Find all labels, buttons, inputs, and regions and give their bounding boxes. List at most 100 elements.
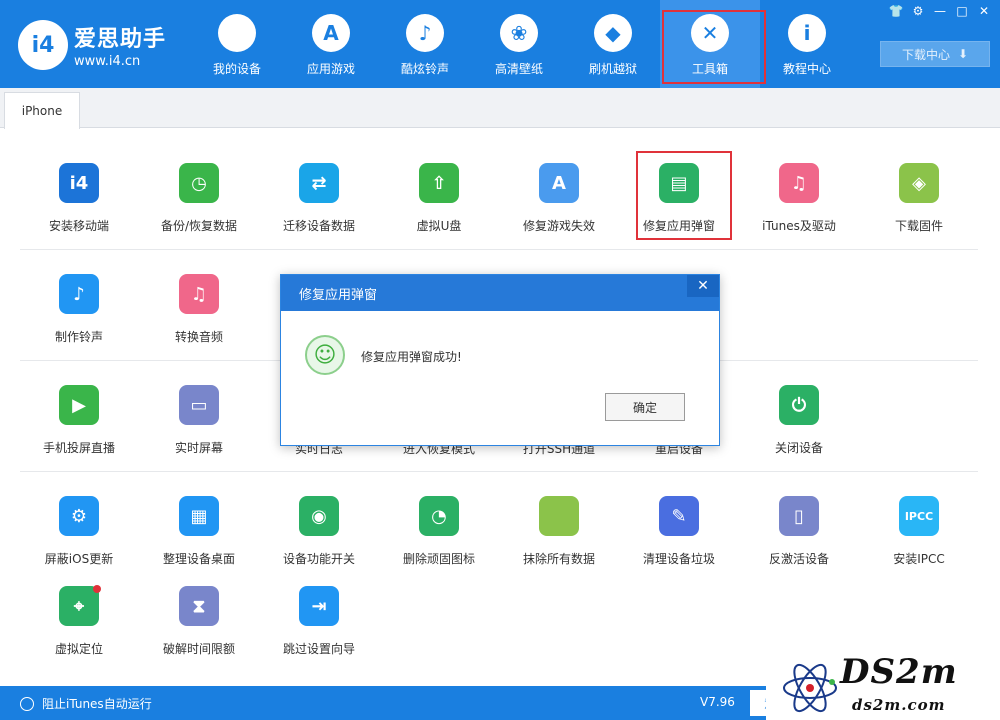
nav-item-1[interactable]: A 应用游戏 — [284, 0, 378, 88]
deactivate-icon: ▯ — [779, 496, 819, 536]
repair-popup-dialog: 修复应用弹窗 ✕ ☺ 修复应用弹窗成功! 确定 — [280, 274, 720, 446]
tool-label: 清理设备垃圾 — [642, 552, 715, 566]
realtime-screen-icon: ▭ — [179, 385, 219, 425]
app-url: www.i4.cn — [74, 54, 141, 69]
delete-icon-pie-icon: ◔ — [419, 496, 459, 536]
tool-repair-game[interactable]: A 修复游戏失效 — [499, 140, 619, 240]
nav-label: 酷炫铃声 — [400, 62, 449, 76]
download-center-button[interactable]: 下载中心 ⬇ — [880, 41, 990, 67]
tool-label: 下载固件 — [894, 219, 943, 233]
tool-power[interactable]: ⏻ 关闭设备 — [739, 362, 859, 462]
usb-drive-icon: ⇧ — [419, 163, 459, 203]
row-divider — [20, 471, 978, 472]
window-controls: 👕 ⚙ — □ ✕ — [886, 3, 994, 19]
screen-mirror-icon: ▶ — [59, 385, 99, 425]
settings-icon[interactable]: ⚙ — [908, 3, 928, 19]
tab-iphone[interactable]: iPhone — [4, 92, 80, 129]
tool-hourglass[interactable]: ⧗ 破解时间限额 — [139, 563, 259, 663]
tool-i4-app[interactable]: i4 安装移动端 — [19, 140, 139, 240]
nav-item-5[interactable]: ✕ 工具箱 — [660, 0, 766, 88]
nav-item-4[interactable]: ◆ 刷机越狱 — [566, 0, 660, 88]
nav-item-3[interactable]: ❀ 高清壁纸 — [472, 0, 566, 88]
download-center-label: 下载中心 — [901, 47, 950, 62]
watermark-brand: DS2m — [840, 652, 958, 692]
nav-label: 教程中心 — [782, 62, 831, 76]
app-title: 爱思助手 — [74, 27, 167, 52]
close-icon[interactable]: ✕ — [687, 275, 719, 297]
itunes-icon: ♫ — [779, 163, 819, 203]
nav-item-6[interactable]: i 教程中心 — [760, 0, 854, 88]
row-divider — [20, 249, 978, 250]
tool-delete-icon-pie[interactable]: ◔ 删除顽固图标 — [379, 473, 499, 573]
notification-dot — [93, 585, 101, 593]
tool-label: iTunes及驱动 — [762, 219, 836, 233]
tool-label: 迁移设备数据 — [282, 219, 355, 233]
tool-label: 反激活设备 — [768, 552, 829, 566]
tool-label: 备份/恢复数据 — [160, 219, 238, 233]
hourglass-icon: ⧗ — [179, 586, 219, 626]
tool-feature-toggle[interactable]: ◉ 设备功能开关 — [259, 473, 379, 573]
minimize-icon[interactable]: — — [930, 3, 950, 19]
tool-broom[interactable]: ✎ 清理设备垃圾 — [619, 473, 739, 573]
nav-label: 应用游戏 — [306, 62, 355, 76]
tool-label: 安装移动端 — [48, 219, 109, 233]
nav-item-2[interactable]: ♪ 酷炫铃声 — [378, 0, 472, 88]
i4-app-icon: i4 — [59, 163, 99, 203]
location-pin-icon: ⌖ — [59, 586, 99, 626]
main-nav: 我的设备 A 应用游戏 ♪ 酷炫铃声 ❀ 高清壁纸 ◆ 刷机越狱 ✕ 工具箱 i 教程中心 — [190, 0, 854, 88]
tool-migrate-device[interactable]: ⇄ 迁移设备数据 — [259, 140, 379, 240]
info-icon: i — [788, 14, 826, 52]
tool-label: 手机投屏直播 — [42, 441, 115, 455]
flower-icon: ❀ — [500, 14, 538, 52]
tool-location-pin[interactable]: ⌖ 虚拟定位 — [19, 563, 139, 663]
tool-itunes[interactable]: ♫ iTunes及驱动 — [739, 140, 859, 240]
dialog-header: 修复应用弹窗 ✕ — [281, 275, 719, 311]
tools-icon: ✕ — [691, 14, 729, 52]
tool-deactivate[interactable]: ▯ 反激活设备 — [739, 473, 859, 573]
tool-ipcc[interactable]: IPCC 安装IPCC — [859, 473, 979, 573]
organize-desktop-icon: ▦ — [179, 496, 219, 536]
skip-guide-icon: ⇥ — [299, 586, 339, 626]
tool-backup-clock[interactable]: ◷ 备份/恢复数据 — [139, 140, 259, 240]
skin-icon[interactable]: 👕 — [886, 3, 906, 19]
smile-icon: ☺ — [305, 335, 345, 375]
firmware-box-icon: ◈ — [899, 163, 939, 203]
tool-label: 虚拟定位 — [54, 642, 103, 656]
tool-label: 修复游戏失效 — [522, 219, 595, 233]
feature-toggle-icon: ◉ — [299, 496, 339, 536]
broom-icon: ✎ — [659, 496, 699, 536]
power-icon: ⏻ — [779, 385, 819, 425]
watermark: DS2m ds2m.com — [766, 652, 1000, 720]
nav-label: 工具箱 — [691, 62, 728, 76]
backup-clock-icon: ◷ — [179, 163, 219, 203]
tool-erase-apple[interactable]: 抹除所有数据 — [499, 473, 619, 573]
tool-firmware-box[interactable]: ◈ 下载固件 — [859, 140, 979, 240]
tool-label: 删除顽固图标 — [402, 552, 475, 566]
watermark-url: ds2m.com — [852, 696, 946, 714]
tool-screen-mirror[interactable]: ▶ 手机投屏直播 — [19, 362, 139, 462]
maximize-icon[interactable]: □ — [952, 3, 972, 19]
tool-label: 关闭设备 — [774, 441, 823, 455]
tool-label: 安装IPCC — [893, 552, 945, 566]
close-window-icon[interactable]: ✕ — [974, 3, 994, 19]
device-tab-bar: iPhone — [0, 88, 1000, 129]
tool-audio-convert[interactable]: ♫ 转换音频 — [139, 251, 259, 351]
tool-realtime-screen[interactable]: ▭ 实时屏幕 — [139, 362, 259, 462]
top-bar: i4 爱思助手 www.i4.cn 我的设备 A 应用游戏 ♪ 酷炫铃声 ❀ 高清壁纸 ◆ 刷机… — [0, 0, 1000, 88]
nav-item-0[interactable]: 我的设备 — [190, 0, 284, 88]
apple-icon — [218, 14, 256, 52]
tool-label: 破解时间限额 — [162, 642, 235, 656]
radio-circle-icon[interactable] — [20, 696, 34, 711]
block-itunes-toggle[interactable]: 阻止iTunes自动运行 — [20, 695, 152, 712]
tool-block-update[interactable]: ⚙ 屏蔽iOS更新 — [19, 473, 139, 573]
tool-organize-desktop[interactable]: ▦ 整理设备桌面 — [139, 473, 259, 573]
ok-button[interactable]: 确定 — [605, 393, 685, 421]
nav-label: 刷机越狱 — [588, 62, 637, 76]
tool-skip-guide[interactable]: ⇥ 跳过设置向导 — [259, 563, 379, 663]
repair-game-icon: A — [539, 163, 579, 203]
ipcc-icon: IPCC — [899, 496, 939, 536]
tool-ringtone-bell[interactable]: ♪ 制作铃声 — [19, 251, 139, 351]
block-update-icon: ⚙ — [59, 496, 99, 536]
erase-apple-icon — [539, 496, 579, 536]
tool-usb-drive[interactable]: ⇧ 虚拟U盘 — [379, 140, 499, 240]
